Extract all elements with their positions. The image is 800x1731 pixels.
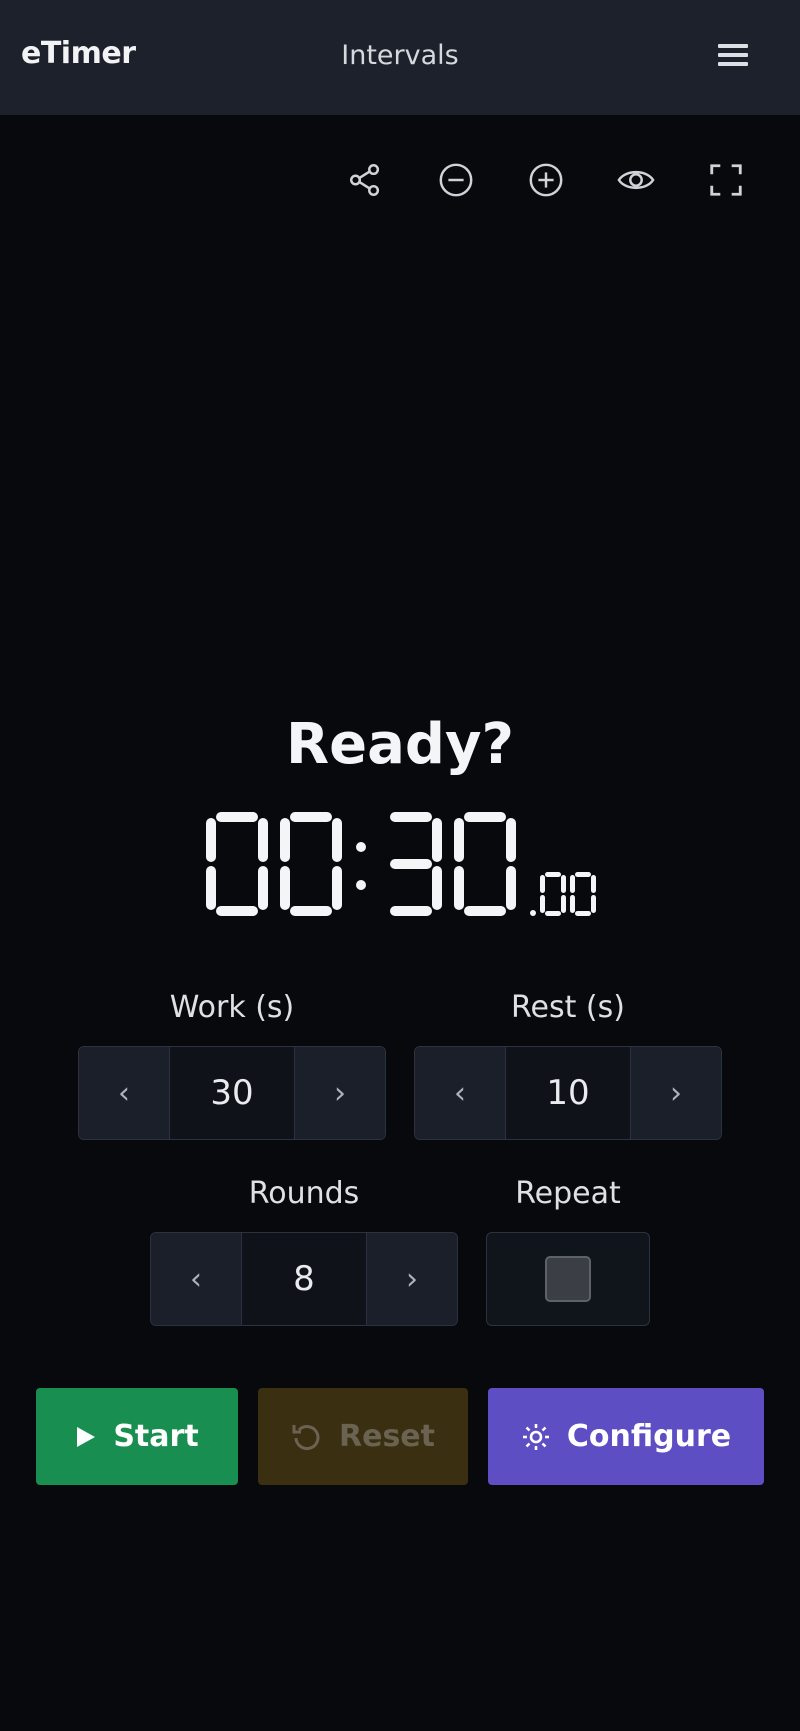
share-button[interactable] xyxy=(343,158,387,202)
clock-colon-dot xyxy=(356,880,366,890)
menu-icon xyxy=(718,44,748,48)
start-button[interactable]: Start xyxy=(36,1388,238,1485)
fullscreen-button[interactable] xyxy=(704,158,748,202)
clock-colon-dot xyxy=(356,842,366,852)
rest-stepper: ‹ 10 › xyxy=(414,1046,722,1140)
work-stepper: ‹ 30 › xyxy=(78,1046,386,1140)
fullscreen-icon xyxy=(710,164,742,196)
hundredths-ones-digit xyxy=(570,872,596,916)
rest-value: 10 xyxy=(505,1047,631,1139)
hundredths-tens-digit xyxy=(540,872,566,916)
rounds-value: 8 xyxy=(241,1233,367,1325)
repeat-checkbox[interactable] xyxy=(545,1256,591,1302)
reset-label: Reset xyxy=(339,1419,435,1454)
visibility-toggle-button[interactable] xyxy=(614,158,658,202)
work-increment-button[interactable]: › xyxy=(295,1047,385,1139)
rest-decrement-button[interactable]: ‹ xyxy=(415,1047,505,1139)
reset-icon xyxy=(292,1424,320,1450)
work-decrement-button[interactable]: ‹ xyxy=(79,1047,169,1139)
timer-display: 00 30 00 xyxy=(0,800,800,930)
zoom-in-button[interactable] xyxy=(524,158,568,202)
zoom-in-icon xyxy=(529,163,563,197)
repeat-toggle xyxy=(486,1232,650,1326)
configure-label: Configure xyxy=(566,1419,732,1454)
zoom-out-button[interactable] xyxy=(434,158,478,202)
work-value: 30 xyxy=(169,1047,295,1139)
decimal-point xyxy=(530,910,536,916)
minutes-tens-digit xyxy=(206,812,268,916)
seconds-ones-digit xyxy=(454,812,516,916)
repeat-label: Repeat xyxy=(515,1176,621,1211)
work-label: Work (s) xyxy=(169,990,295,1025)
rounds-stepper: ‹ 8 › xyxy=(150,1232,458,1326)
rounds-increment-button[interactable]: › xyxy=(367,1233,457,1325)
rounds-label: Rounds xyxy=(248,1176,360,1211)
navbar: eTimer Intervals xyxy=(0,0,800,115)
reset-button[interactable]: Reset xyxy=(258,1388,468,1485)
start-label: Start xyxy=(113,1419,199,1454)
rounds-decrement-button[interactable]: ‹ xyxy=(151,1233,241,1325)
toolbar xyxy=(0,158,800,202)
minutes-ones-digit xyxy=(280,812,342,916)
rest-increment-button[interactable]: › xyxy=(631,1047,721,1139)
rest-label: Rest (s) xyxy=(511,990,625,1025)
gear-icon xyxy=(522,1423,549,1450)
page-title: Intervals xyxy=(341,40,459,71)
seven-segment-clock xyxy=(206,812,596,916)
play-icon xyxy=(77,1426,96,1447)
seconds-tens-digit xyxy=(390,812,442,916)
share-icon xyxy=(349,164,380,196)
eye-icon xyxy=(617,170,655,190)
timer-status: Ready? xyxy=(286,712,514,777)
configure-button[interactable]: Configure xyxy=(488,1388,764,1485)
zoom-out-icon xyxy=(439,163,473,197)
hamburger-menu-button[interactable] xyxy=(718,44,750,68)
